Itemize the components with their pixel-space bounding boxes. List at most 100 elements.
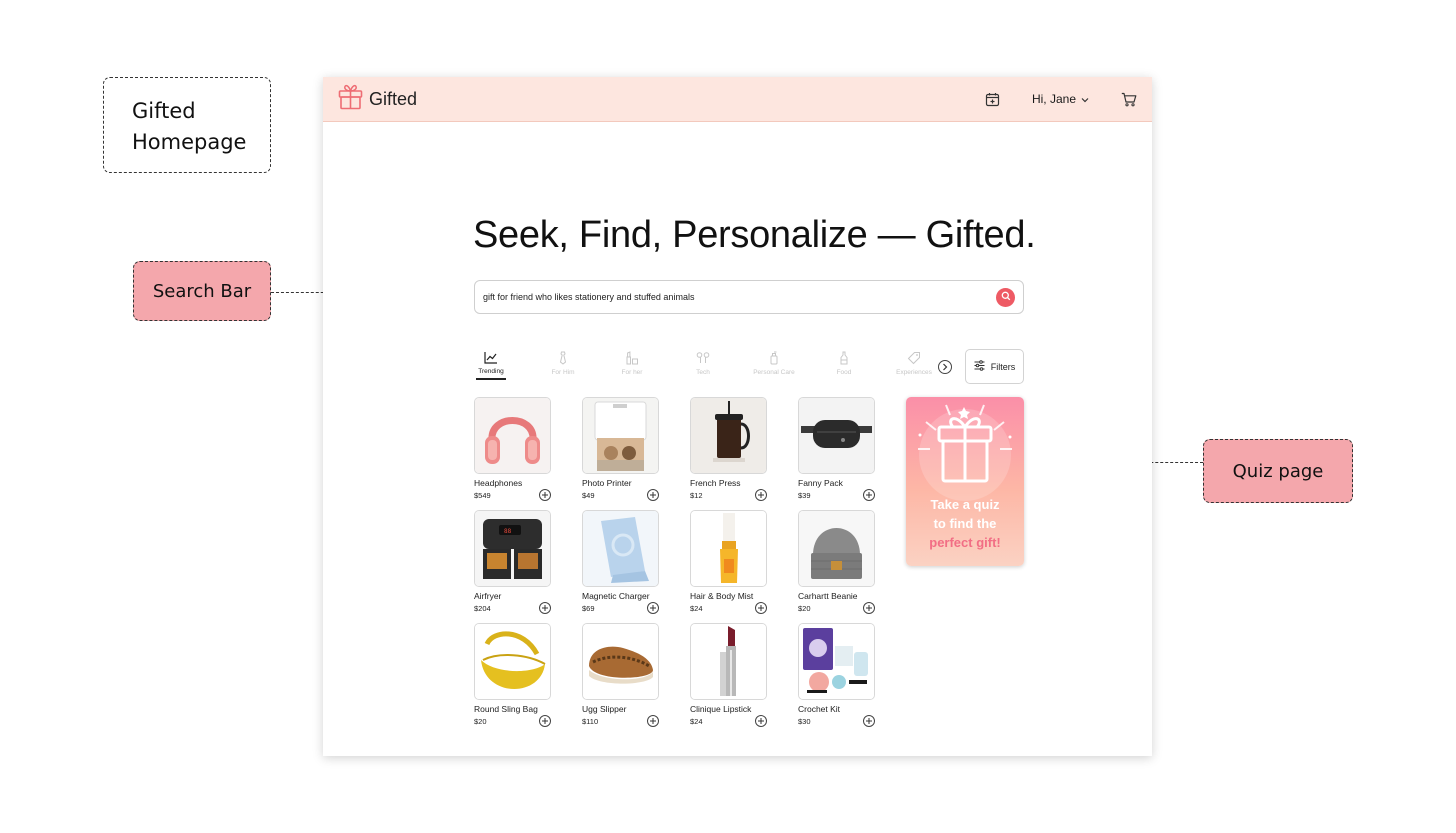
product-meta: $549 <box>474 489 551 501</box>
chevron-right-icon <box>942 358 948 376</box>
plus-icon <box>757 712 765 730</box>
product-price: $20 <box>798 603 811 613</box>
add-to-cart-button[interactable] <box>755 715 767 727</box>
lipstick-icon <box>625 351 639 369</box>
product-card-fanny-pack[interactable]: Fanny Pack $39 <box>798 397 875 501</box>
add-to-cart-button[interactable] <box>539 489 551 501</box>
product-meta: $30 <box>798 715 875 727</box>
gift-logo-icon <box>338 83 363 115</box>
product-meta: $110 <box>582 715 659 727</box>
plus-icon <box>865 486 873 504</box>
product-meta: $12 <box>690 489 767 501</box>
product-price: $49 <box>582 490 595 500</box>
tab-tech[interactable]: Tech <box>673 351 733 376</box>
quiz-line-1: Take a quiz <box>930 497 1000 512</box>
add-to-cart-button[interactable] <box>647 489 659 501</box>
user-greeting: Hi, Jane <box>1031 92 1076 106</box>
categories-next-button[interactable] <box>938 360 952 374</box>
product-card-clinique-lipstick[interactable]: Clinique Lipstick $24 <box>690 623 767 727</box>
add-to-cart-button[interactable] <box>647 602 659 614</box>
search-bar[interactable]: gift for friend who likes stationery and… <box>474 280 1024 314</box>
product-name: Ugg Slipper <box>582 704 627 714</box>
bottle-icon <box>839 351 849 369</box>
product-card-photo-printer[interactable]: Photo Printer $49 <box>582 397 659 501</box>
plus-icon <box>649 599 657 617</box>
product-card-airfryer[interactable]: 88 Airfryer $204 <box>474 510 551 614</box>
svg-text:88: 88 <box>504 528 512 535</box>
add-to-cart-button[interactable] <box>863 489 875 501</box>
product-card-headphones[interactable]: Headphones $549 <box>474 397 551 501</box>
product-image <box>798 510 875 587</box>
ticket-icon <box>907 351 921 369</box>
frame-title-note: Gifted Homepage <box>103 77 271 173</box>
product-image <box>474 397 551 474</box>
tab-for-her-label: For her <box>621 369 643 376</box>
lotion-icon <box>769 351 779 369</box>
user-menu[interactable]: Hi, Jane <box>1032 92 1089 106</box>
product-card-round-sling-bag[interactable]: Round Sling Bag $20 <box>474 623 551 727</box>
add-to-cart-button[interactable] <box>863 602 875 614</box>
earbuds-icon <box>696 351 710 369</box>
product-card-hair-body-mist[interactable]: Hair & Body Mist $24 <box>690 510 767 614</box>
quiz-line-3: perfect gift! <box>929 535 1001 550</box>
product-meta: $24 <box>690 602 767 614</box>
product-name: Clinique Lipstick <box>690 704 752 714</box>
product-image <box>798 623 875 700</box>
tab-for-her[interactable]: For her <box>602 351 662 376</box>
product-name: Photo Printer <box>582 478 632 488</box>
product-name: Airfryer <box>474 591 502 601</box>
product-image <box>690 623 767 700</box>
add-to-cart-button[interactable] <box>647 715 659 727</box>
tab-trending[interactable]: Trending <box>461 351 521 380</box>
tab-experiences[interactable]: Experiences <box>884 351 944 376</box>
add-to-cart-button[interactable] <box>863 715 875 727</box>
add-to-cart-button[interactable] <box>539 715 551 727</box>
add-to-cart-button[interactable] <box>539 602 551 614</box>
product-meta: $204 <box>474 602 551 614</box>
product-meta: $39 <box>798 489 875 501</box>
brand-logo[interactable]: Gifted <box>338 83 417 115</box>
product-price: $24 <box>690 716 703 726</box>
tab-for-him-label: For Him <box>551 369 575 376</box>
search-icon <box>1001 288 1011 306</box>
plus-icon <box>541 599 549 617</box>
product-meta: $24 <box>690 715 767 727</box>
tab-trending-label: Trending <box>478 368 504 375</box>
product-price: $20 <box>474 716 487 726</box>
product-image <box>474 623 551 700</box>
plus-icon <box>541 712 549 730</box>
tab-food[interactable]: Food <box>814 351 874 376</box>
trending-icon <box>484 351 498 368</box>
tab-personal-care[interactable]: Personal Care <box>744 351 804 376</box>
tab-for-him[interactable]: For Him <box>533 351 593 376</box>
hero-headline: Seek, Find, Personalize — Gifted. <box>473 214 1036 256</box>
product-name: Fanny Pack <box>798 478 843 488</box>
quiz-promo-card[interactable]: Take a quiz to find the perfect gift! <box>906 397 1024 566</box>
cart-icon[interactable] <box>1121 92 1137 107</box>
product-meta: $20 <box>474 715 551 727</box>
gifted-homepage-window: Gifted Hi, Jane Seek, Find, Personalize … <box>323 77 1152 756</box>
product-card-magnetic-charger[interactable]: Magnetic Charger $69 <box>582 510 659 614</box>
add-to-cart-button[interactable] <box>755 602 767 614</box>
frame-title-line1: Gifted <box>132 99 196 123</box>
search-button[interactable] <box>996 287 1015 307</box>
product-image <box>690 510 767 587</box>
product-price: $549 <box>474 490 491 500</box>
add-to-cart-button[interactable] <box>755 489 767 501</box>
product-card-crochet-kit[interactable]: Crochet Kit $30 <box>798 623 875 727</box>
active-tab-underline <box>476 378 506 380</box>
product-price: $24 <box>690 603 703 613</box>
calendar-plus-icon[interactable] <box>985 92 1000 107</box>
product-name: French Press <box>690 478 741 488</box>
plus-icon <box>757 486 765 504</box>
product-card-carhartt-beanie[interactable]: Carhartt Beanie $20 <box>798 510 875 614</box>
product-card-ugg-slipper[interactable]: Ugg Slipper $110 <box>582 623 659 727</box>
frame-title-line2: Homepage <box>132 130 247 154</box>
chevron-down-icon <box>1081 92 1089 106</box>
product-name: Round Sling Bag <box>474 704 538 714</box>
product-card-french-press[interactable]: French Press $12 <box>690 397 767 501</box>
filters-button[interactable]: Filters <box>965 349 1024 384</box>
product-price: $110 <box>582 716 599 726</box>
search-input[interactable]: gift for friend who likes stationery and… <box>483 292 996 302</box>
design-canvas: Gifted Homepage Search Bar Quiz page Gif… <box>0 0 1456 833</box>
